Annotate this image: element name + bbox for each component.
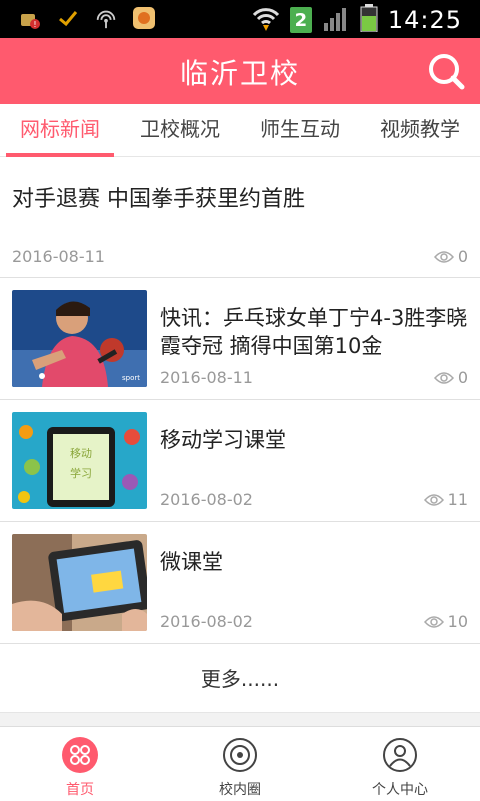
nav-campus-circle[interactable]: 校内圈 [160,727,320,801]
tab-news[interactable]: 网标新闻 [0,104,120,157]
news-item[interactable]: 对手退赛 中国拳手获里约首胜 2016-08-11 0 [0,157,480,278]
status-bar: ! 2 14:25 [0,0,480,38]
app-header: 临沂卫校 [0,38,480,104]
eye-icon [423,615,444,628]
svg-text:学习: 学习 [70,466,92,480]
news-item[interactable]: 微课堂 2016-08-02 10 [0,522,480,644]
news-date: 2016-08-02 [160,490,253,509]
battery-icon [360,4,378,36]
news-date: 2016-08-11 [160,368,253,387]
news-title: 对手退赛 中国拳手获里约首胜 [12,187,305,212]
system-indicators: 2 14:25 [252,4,462,36]
search-icon [429,54,465,90]
wifi-icon [252,5,280,35]
view-count: 0 [433,368,468,387]
news-item[interactable]: 移动 学习 移动学习课堂 2016-08-02 11 [0,400,480,522]
svg-text:sport: sport [122,374,140,382]
news-title: 移动学习课堂 [160,428,286,452]
news-item[interactable]: sport 快讯：乒乓球女单丁宁4-3胜李晓霞夺冠 摘得中国第10金 2016-… [0,278,480,400]
eye-icon [433,371,454,384]
news-thumbnail: sport [12,290,147,387]
svg-text:!: ! [33,20,36,29]
news-title: 快讯：乒乓球女单丁宁4-3胜李晓霞夺冠 摘得中国第10金 [160,306,468,358]
notification-icons: ! [18,6,156,30]
view-count: 10 [423,612,468,631]
eye-icon [433,250,454,263]
nav-profile[interactable]: 个人中心 [320,727,480,801]
view-count: 11 [423,490,468,509]
news-title: 微课堂 [160,550,223,574]
view-count-value: 0 [457,247,468,266]
nav-label: 校内圈 [219,782,261,798]
nav-home[interactable]: 首页 [0,727,160,801]
page-title: 临沂卫校 [179,57,300,90]
clock: 14:25 [387,6,462,34]
tab-video-teaching[interactable]: 视频教学 [360,104,480,156]
news-list: 对手退赛 中国拳手获里约首胜 2016-08-11 0 sport 快讯：乒乓球… [0,157,480,644]
tab-interaction[interactable]: 师生互动 [240,104,360,156]
sim-card-icon: 2 [289,7,312,33]
signal-icon [322,5,350,35]
circle-icon [223,738,257,772]
view-count: 0 [433,247,468,266]
news-date: 2016-08-11 [12,247,105,266]
nav-label: 首页 [66,782,94,798]
more-button[interactable]: 更多...... [0,650,480,710]
news-thumbnail [12,534,147,631]
search-button[interactable] [426,51,466,91]
user-icon [383,738,417,772]
svg-text:移动: 移动 [70,447,92,460]
check-icon [56,6,80,30]
app-notification-icon: ! [18,6,42,30]
news-date: 2016-08-02 [160,612,253,631]
home-icon [62,737,98,773]
eye-icon [423,493,444,506]
nav-label: 个人中心 [372,782,428,798]
wifi-hotspot-icon [94,6,118,30]
news-thumbnail: 移动 学习 [12,412,147,509]
view-count-value: 10 [447,612,468,631]
divider [0,712,480,727]
tab-school-overview[interactable]: 卫校概况 [120,104,240,156]
view-count-value: 0 [457,368,468,387]
app-store-icon [132,6,156,30]
bottom-nav: 首页 校内圈 个人中心 [0,726,480,801]
category-tabs: 网标新闻 卫校概况 师生互动 视频教学 [0,104,480,157]
view-count-value: 11 [447,490,468,509]
